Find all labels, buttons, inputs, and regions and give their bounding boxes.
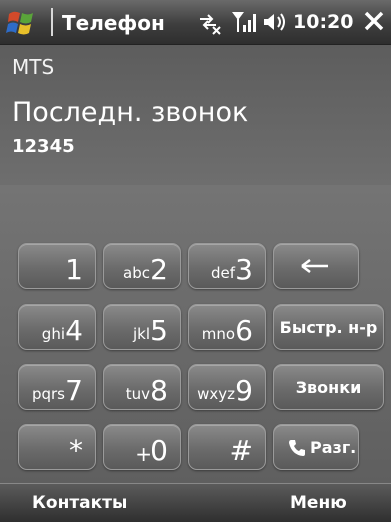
calls-label: Звонки: [295, 378, 362, 397]
key-8[interactable]: tuv 8: [103, 364, 181, 410]
key-digit: 0: [150, 434, 168, 467]
key-letters: mno: [201, 325, 235, 343]
speed-dial-label: Быстр. н-р: [279, 318, 378, 337]
windows-start-icon[interactable]: [6, 8, 44, 36]
key-digit: 4: [65, 314, 83, 347]
key-digit: 8: [150, 374, 168, 407]
key-digit: 2: [150, 253, 168, 286]
key-letters: tuv: [125, 385, 150, 403]
calls-button[interactable]: Звонки: [273, 364, 384, 410]
key-letters: jkl: [132, 325, 150, 343]
key-2[interactable]: abc 2: [103, 243, 181, 289]
key-letters: abc: [123, 264, 150, 282]
key-6[interactable]: mno 6: [188, 304, 266, 350]
key-digit: 9: [235, 374, 253, 407]
speed-dial-button[interactable]: Быстр. н-р: [273, 304, 384, 350]
last-call-label: Последн. звонок: [12, 97, 249, 128]
connectivity-icon[interactable]: [196, 11, 222, 35]
key-letters: ghi: [41, 325, 65, 343]
key-5[interactable]: jkl 5: [103, 304, 181, 350]
close-icon[interactable]: [362, 9, 386, 33]
last-call-number: 12345: [12, 136, 75, 157]
key-3[interactable]: def 3: [188, 243, 266, 289]
key-digit: 5: [150, 314, 168, 347]
contacts-softkey[interactable]: Контакты: [32, 493, 127, 513]
volume-icon[interactable]: [262, 11, 288, 33]
backspace-icon: [301, 259, 328, 273]
talk-label: Разг.: [310, 438, 357, 457]
phone-icon: [289, 440, 305, 456]
key-0[interactable]: + 0: [103, 424, 181, 470]
key-7[interactable]: pqrs 7: [18, 364, 96, 410]
backspace-button[interactable]: [273, 243, 359, 289]
key-9[interactable]: wxyz 9: [188, 364, 266, 410]
menu-softkey[interactable]: Меню: [290, 493, 347, 513]
key-hash[interactable]: #: [188, 424, 266, 470]
key-letters: wxyz: [197, 385, 235, 403]
key-digit: 7: [65, 374, 83, 407]
key-digit: #: [229, 434, 253, 467]
key-digit: 3: [235, 253, 253, 286]
key-letters: pqrs: [31, 385, 65, 403]
operator-name: MTS: [12, 55, 55, 79]
key-digit: *: [69, 434, 83, 467]
key-digit: 6: [235, 314, 253, 347]
app-title: Телефон: [62, 11, 165, 35]
signal-icon[interactable]: [230, 10, 256, 34]
title-separator: [51, 8, 53, 36]
talk-button[interactable]: Разг.: [273, 424, 359, 470]
key-1[interactable]: 1: [18, 243, 96, 289]
key-4[interactable]: ghi 4: [18, 304, 96, 350]
key-letters: def: [210, 264, 235, 282]
key-star[interactable]: *: [18, 424, 96, 470]
clock[interactable]: 10:20: [293, 11, 353, 33]
key-digit: 1: [65, 253, 83, 286]
